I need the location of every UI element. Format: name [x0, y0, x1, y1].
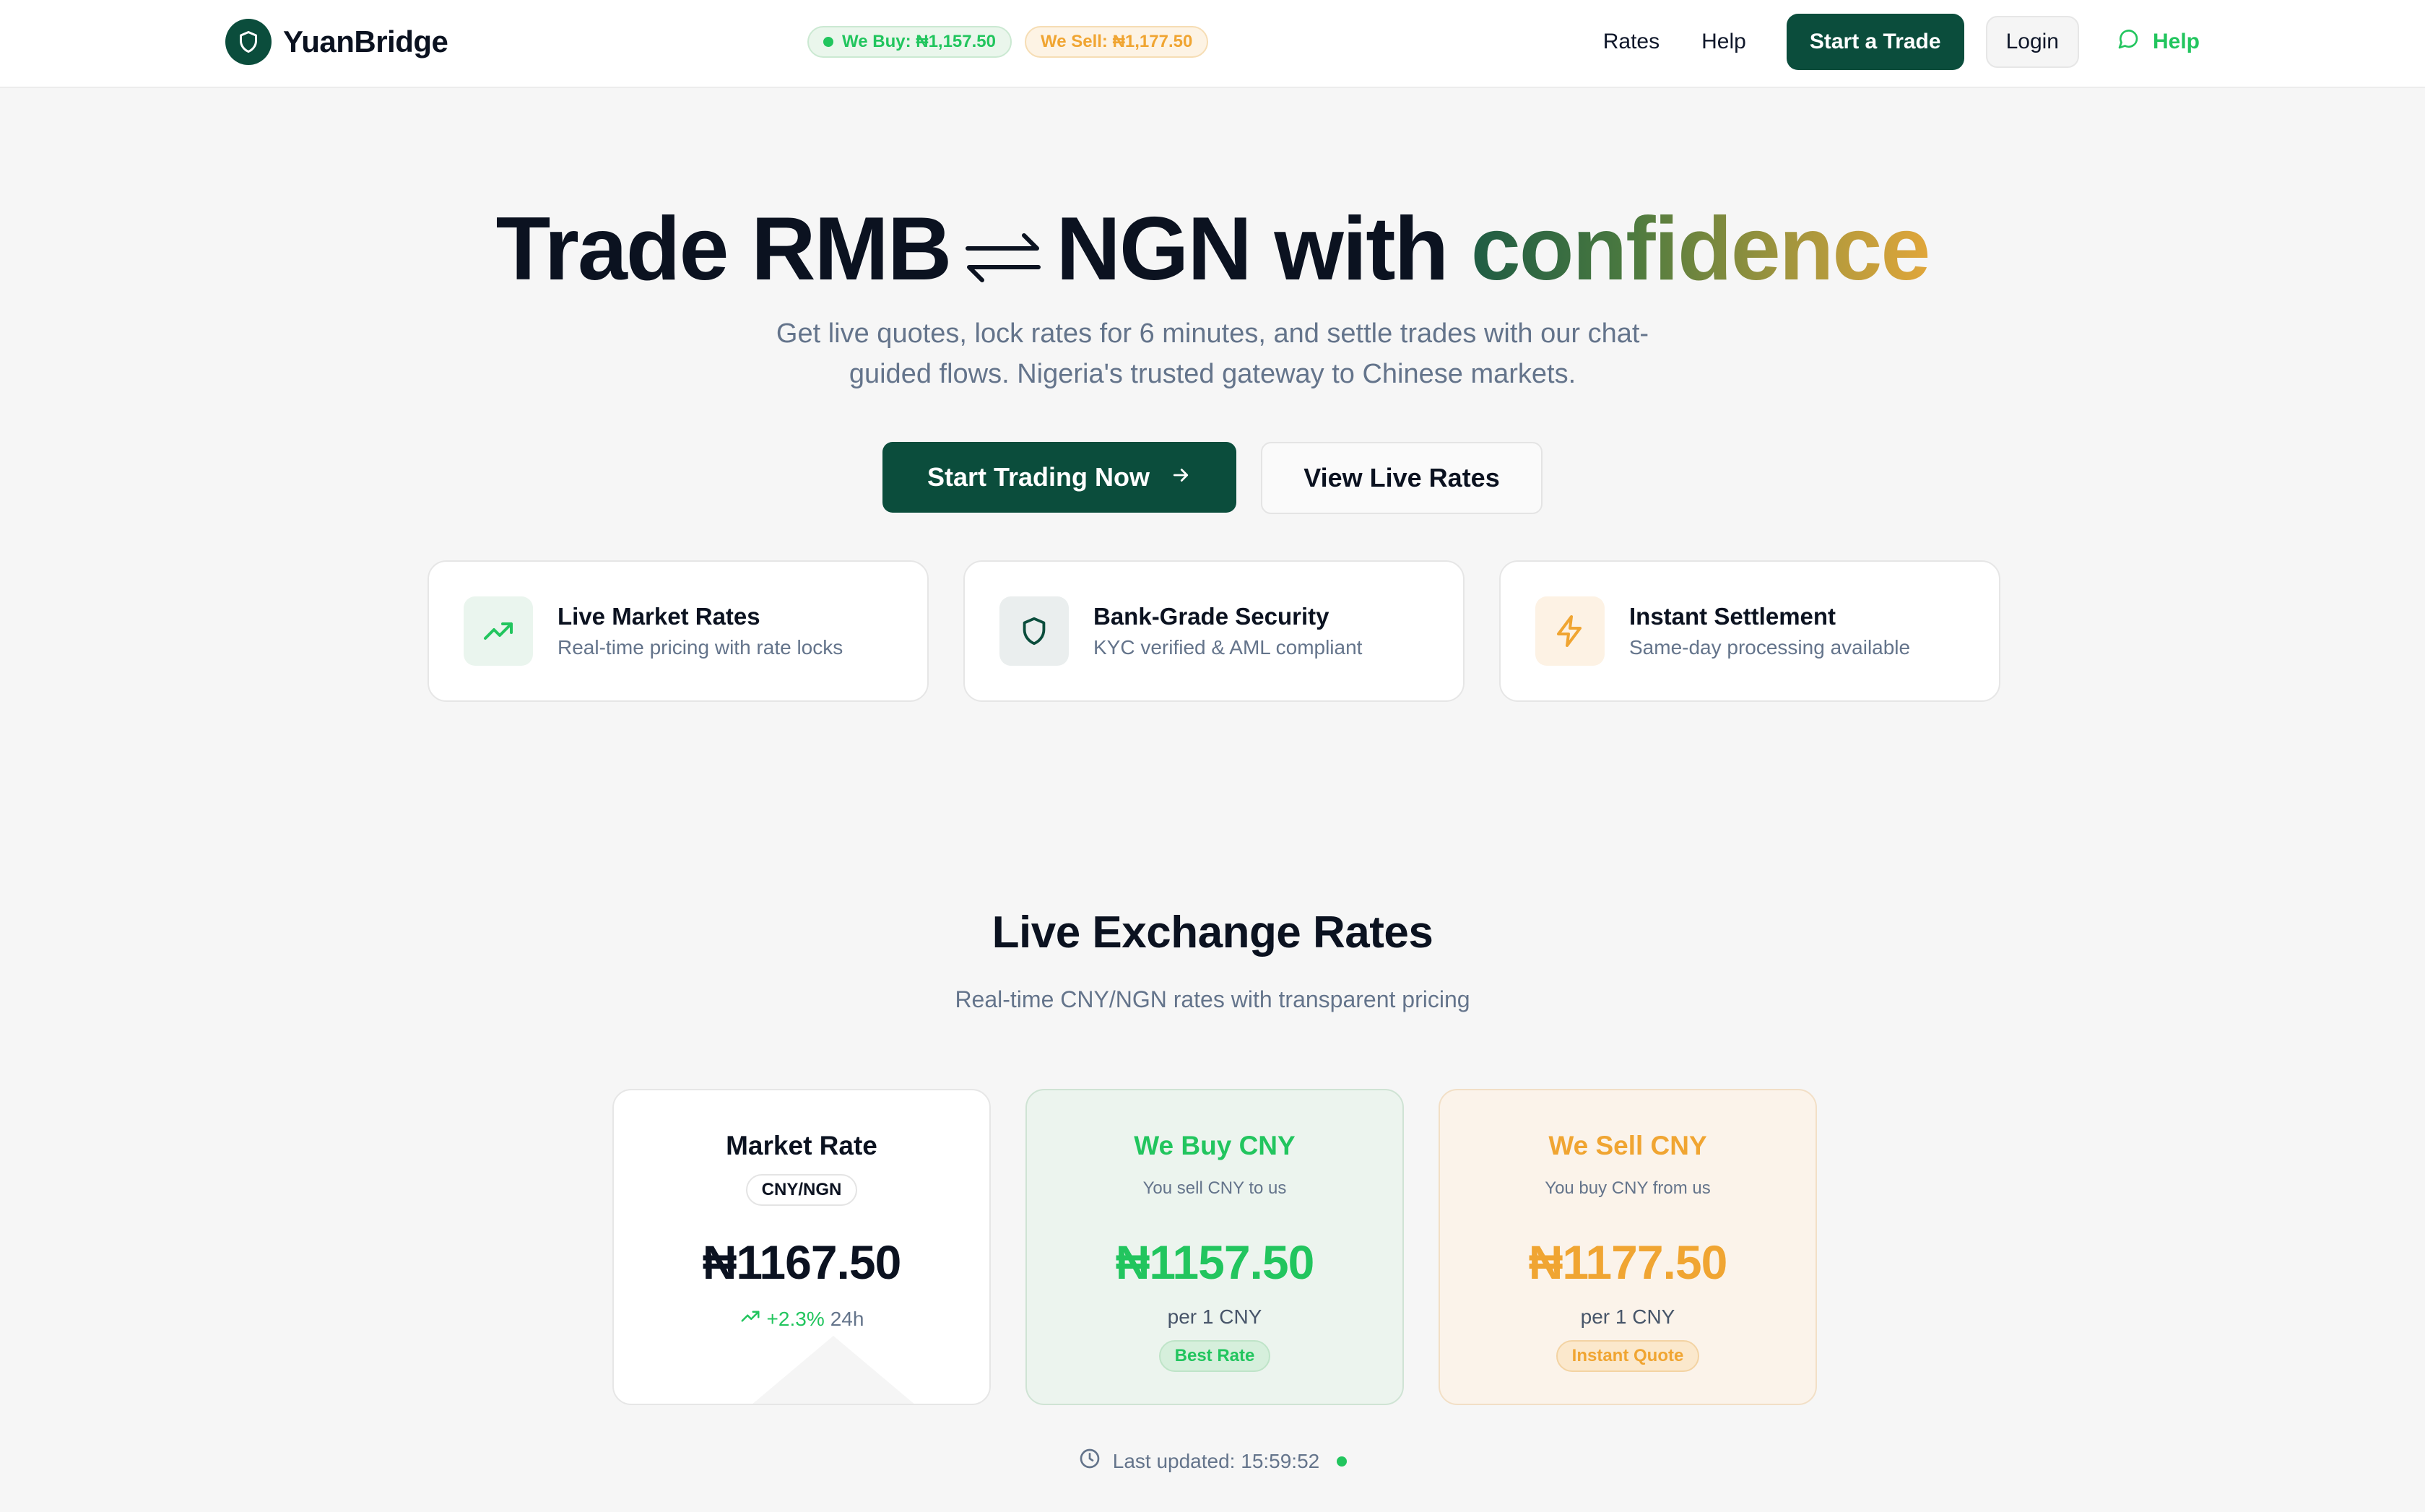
- rates-section-subtitle: Real-time CNY/NGN rates with transparent…: [955, 986, 1470, 1012]
- hero-heading: Trade RMB NGN with confidence: [0, 195, 2425, 310]
- market-rate-value: ₦1167.50: [702, 1235, 902, 1289]
- last-updated: Last updated: 15:59:52: [0, 1447, 2425, 1475]
- trending-up-icon: [739, 1305, 761, 1332]
- rate-cards: Market Rate CNY/NGN ₦1167.50 +2.3% 24h W…: [612, 1089, 1817, 1405]
- we-buy-card: We Buy CNY You sell CNY to us ₦1157.50 p…: [1025, 1089, 1404, 1405]
- feature-title: Instant Settlement: [1629, 603, 1836, 630]
- trending-up-icon: [464, 596, 533, 666]
- we-sell-note: You buy CNY from us: [1545, 1178, 1711, 1198]
- brand-name: YuanBridge: [283, 25, 448, 58]
- last-updated-text: Last updated: 15:59:52: [1112, 1449, 1320, 1472]
- nav-help-link[interactable]: Help: [1701, 30, 1746, 54]
- buy-rate-text: We Buy: ₦1,157.50: [842, 32, 996, 51]
- hero-subtitle: Get live quotes, lock rates for 6 minute…: [776, 318, 1649, 389]
- currency-pair-tag: CNY/NGN: [745, 1174, 858, 1206]
- we-buy-note: You sell CNY to us: [1142, 1178, 1287, 1198]
- feature-card-settlement: Instant Settlement Same-day processing a…: [1499, 560, 2000, 702]
- instant-quote-badge: Instant Quote: [1556, 1340, 1700, 1372]
- feature-desc: KYC verified & AML compliant: [1093, 636, 1363, 659]
- hero-title-part1: Trade RMB: [495, 199, 953, 299]
- feature-desc: Real-time pricing with rate locks: [558, 636, 843, 659]
- shield-icon: [999, 596, 1069, 666]
- top-navbar: YuanBridge We Buy: ₦1,157.50 We Sell: ₦1…: [0, 0, 2425, 88]
- hero-title-highlight: confidence: [1470, 199, 1931, 299]
- start-trade-button[interactable]: Start a Trade: [1786, 14, 1964, 70]
- we-sell-card: We Sell CNY You buy CNY from us ₦1177.50…: [1439, 1089, 1817, 1405]
- lightning-icon: [1535, 596, 1605, 666]
- we-sell-title: We Sell CNY: [1548, 1131, 1707, 1160]
- market-rate-title: Market Rate: [726, 1131, 877, 1160]
- rates-section-title: Live Exchange Rates: [992, 908, 1433, 957]
- clock-icon: [1078, 1447, 1101, 1475]
- decorative-shape: [751, 1336, 916, 1404]
- we-buy-unit: per 1 CNY: [1167, 1305, 1262, 1328]
- start-trading-button[interactable]: Start Trading Now: [882, 442, 1236, 513]
- feature-cards: Live Market Rates Real-time pricing with…: [428, 560, 2000, 702]
- chat-bubble-icon: [2117, 27, 2140, 56]
- we-buy-title: We Buy CNY: [1134, 1131, 1296, 1160]
- we-sell-value: ₦1177.50: [1528, 1235, 1728, 1289]
- feature-title: Bank-Grade Security: [1093, 603, 1329, 630]
- login-button[interactable]: Login: [1985, 16, 2079, 68]
- rate-change: +2.3% 24h: [739, 1305, 864, 1332]
- live-dot-icon: [823, 37, 833, 47]
- exchange-arrows-icon: [963, 201, 1043, 310]
- arrow-right-icon: [1170, 462, 1192, 492]
- feature-card-live-rates: Live Market Rates Real-time pricing with…: [428, 560, 929, 702]
- feature-card-security: Bank-Grade Security KYC verified & AML c…: [963, 560, 1465, 702]
- nav-menu: Rates Help Start a Trade Login Help: [1603, 14, 2200, 70]
- shield-icon: [225, 19, 272, 65]
- rate-change-period: 24h: [830, 1307, 864, 1330]
- buy-rate-pill: We Buy: ₦1,157.50: [807, 26, 1012, 58]
- help-chat-label: Help: [2152, 30, 2200, 53]
- nav-rates-link[interactable]: Rates: [1603, 30, 1660, 54]
- feature-title: Live Market Rates: [558, 603, 760, 630]
- we-sell-unit: per 1 CNY: [1580, 1305, 1675, 1328]
- start-trading-label: Start Trading Now: [927, 462, 1150, 492]
- we-buy-value: ₦1157.50: [1115, 1235, 1315, 1289]
- rate-change-percent: +2.3%: [766, 1307, 825, 1330]
- feature-desc: Same-day processing available: [1629, 636, 1911, 659]
- sell-rate-text: We Sell: ₦1,177.50: [1041, 32, 1193, 51]
- market-rate-card: Market Rate CNY/NGN ₦1167.50 +2.3% 24h: [612, 1089, 991, 1405]
- hero-cta-group: Start Trading Now View Live Rates: [0, 442, 2425, 514]
- best-rate-badge: Best Rate: [1158, 1340, 1271, 1372]
- view-live-rates-button[interactable]: View Live Rates: [1261, 442, 1543, 514]
- rate-ticker: We Buy: ₦1,157.50 We Sell: ₦1,177.50: [807, 26, 1209, 58]
- help-chat-button[interactable]: Help: [2117, 27, 2200, 56]
- live-status-dot: [1337, 1456, 1348, 1467]
- sell-rate-pill: We Sell: ₦1,177.50: [1025, 26, 1209, 58]
- brand-logo-link[interactable]: YuanBridge: [225, 19, 448, 65]
- hero-title-part2: NGN with: [1056, 199, 1449, 299]
